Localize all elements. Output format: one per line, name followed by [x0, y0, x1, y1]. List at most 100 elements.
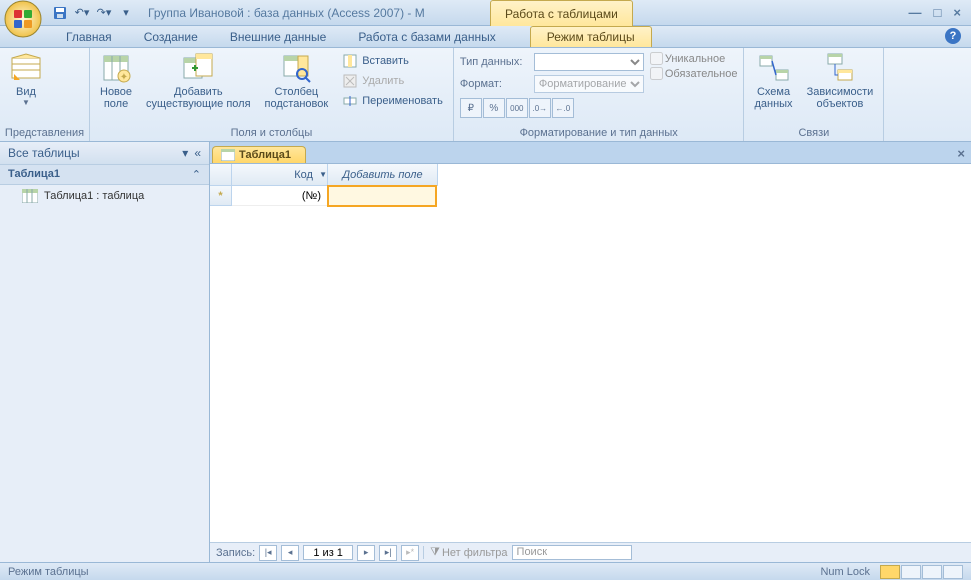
insert-icon [342, 53, 358, 69]
ribbon: Вид ▼ Представления ✦ Новое поле Добавит… [0, 48, 971, 142]
increase-decimals-icon[interactable]: .0→ [529, 98, 551, 118]
group-formatting: Тип данных: Формат:Форматирование ₽ % 00… [454, 48, 745, 141]
quick-access-toolbar: ↶▾ ↷▾ ▾ [50, 3, 136, 23]
tab-external-data[interactable]: Внешние данные [214, 27, 343, 47]
new-field-button[interactable]: ✦ Новое поле [94, 50, 138, 112]
table-icon [221, 149, 235, 161]
dropdown-icon[interactable]: ▼ [319, 170, 327, 179]
nav-title-bar[interactable]: Все таблицы ▾« [0, 142, 209, 165]
ribbon-tabs: Главная Создание Внешние данные Работа с… [0, 26, 971, 48]
column-header-id[interactable]: Код ▼ [232, 164, 328, 186]
format-select[interactable]: Форматирование [534, 75, 644, 93]
document-area: Таблица1 × Код ▼ Добавить поле * (№) Зап… [210, 142, 971, 562]
view-button-label: Вид [16, 86, 36, 98]
unique-checkbox[interactable] [650, 52, 663, 65]
thousands-icon[interactable]: 000 [506, 98, 528, 118]
filter-indicator[interactable]: ⧩Нет фильтра [423, 546, 507, 559]
status-mode: Режим таблицы [8, 566, 89, 578]
datasheet-view-btn[interactable] [880, 565, 900, 579]
datasheet-view-icon [10, 52, 42, 84]
maximize-button[interactable]: □ [934, 5, 942, 20]
cell-add-field[interactable] [327, 185, 437, 207]
pivot-table-view-btn[interactable] [901, 565, 921, 579]
group-fields-label: Поля и столбцы [94, 125, 449, 141]
next-record-button[interactable]: ▸ [357, 545, 375, 561]
tab-create[interactable]: Создание [128, 27, 214, 47]
svg-text:✦: ✦ [120, 72, 128, 83]
new-record-button[interactable]: ▸* [401, 545, 419, 561]
nav-item-label: Таблица1 : таблица [44, 190, 144, 202]
body: Все таблицы ▾« Таблица1 ⌃ Таблица1 : таб… [0, 142, 971, 562]
insert-button[interactable]: Вставить [338, 52, 447, 70]
currency-icon[interactable]: ₽ [460, 98, 482, 118]
window-controls: — □ × [909, 5, 961, 20]
data-type-select[interactable] [534, 53, 644, 71]
datasheet-header: Код ▼ Добавить поле [210, 164, 971, 186]
datasheet: Код ▼ Добавить поле * (№) [210, 164, 971, 542]
navigation-pane: Все таблицы ▾« Таблица1 ⌃ Таблица1 : таб… [0, 142, 210, 562]
nav-dropdown-icon[interactable]: ▾ [182, 146, 188, 160]
row-selector-new[interactable]: * [210, 186, 232, 206]
office-button[interactable] [4, 0, 42, 38]
design-view-btn[interactable] [943, 565, 963, 579]
pivot-chart-view-btn[interactable] [922, 565, 942, 579]
search-box[interactable]: Поиск [512, 545, 632, 560]
new-field-icon: ✦ [100, 52, 132, 84]
data-type-label: Тип данных: [460, 56, 530, 68]
delete-label: Удалить [362, 75, 404, 87]
unique-label: Уникальное [665, 53, 725, 65]
group-relationships-label: Связи [748, 125, 879, 141]
nav-collapse-icon[interactable]: « [194, 146, 201, 160]
nav-group-label: Таблица1 [8, 168, 60, 181]
last-record-button[interactable]: ▸| [379, 545, 397, 561]
group-formatting-label: Форматирование и тип данных [458, 125, 740, 141]
select-all-cell[interactable] [210, 164, 232, 186]
delete-button[interactable]: Удалить [338, 72, 447, 90]
record-position-input[interactable] [303, 545, 353, 560]
percent-icon[interactable]: % [483, 98, 505, 118]
view-button[interactable]: Вид ▼ [4, 50, 48, 109]
datasheet-row-new: * (№) [210, 186, 971, 206]
column-header-id-label: Код [294, 169, 313, 181]
qat-customize-icon[interactable]: ▾ [116, 3, 136, 23]
help-button[interactable]: ? [945, 28, 961, 44]
undo-icon[interactable]: ↶▾ [72, 3, 92, 23]
column-header-add[interactable]: Добавить поле [328, 164, 438, 186]
decrease-decimals-icon[interactable]: ←.0 [552, 98, 574, 118]
dependencies-button[interactable]: Зависимости объектов [801, 50, 880, 112]
group-views-label: Представления [4, 125, 85, 141]
table-icon [22, 189, 38, 203]
rename-button[interactable]: Переименовать [338, 92, 447, 110]
prev-record-button[interactable]: ◂ [281, 545, 299, 561]
title-bar: ↶▾ ↷▾ ▾ Группа Ивановой : база данных (A… [0, 0, 971, 26]
group-fields: ✦ Новое поле Добавить существующие поля … [90, 48, 454, 141]
rename-label: Переименовать [362, 95, 443, 107]
add-existing-icon [182, 52, 214, 84]
doc-close-button[interactable]: × [957, 146, 965, 161]
delete-icon [342, 73, 358, 89]
lookup-column-button[interactable]: Столбец подстановок [259, 50, 335, 112]
redo-icon[interactable]: ↷▾ [94, 3, 114, 23]
tab-home[interactable]: Главная [50, 27, 128, 47]
close-button[interactable]: × [953, 5, 961, 20]
doc-tab-label: Таблица1 [239, 149, 291, 161]
nav-group-collapse-icon[interactable]: ⌃ [192, 168, 201, 181]
record-navigator: Запись: |◂ ◂ ▸ ▸| ▸* ⧩Нет фильтра Поиск [210, 542, 971, 562]
doc-tab-table1[interactable]: Таблица1 [212, 146, 306, 163]
dependencies-label: Зависимости объектов [807, 86, 874, 110]
group-views: Вид ▼ Представления [0, 48, 90, 141]
minimize-button[interactable]: — [909, 5, 922, 20]
relationships-button[interactable]: Схема данных [748, 50, 798, 112]
cell-id[interactable]: (№) [232, 186, 328, 206]
add-existing-button[interactable]: Добавить существующие поля [140, 50, 257, 112]
filter-icon: ⧩ [430, 546, 440, 559]
first-record-button[interactable]: |◂ [259, 545, 277, 561]
nav-group-header[interactable]: Таблица1 ⌃ [0, 165, 209, 185]
tab-datasheet[interactable]: Режим таблицы [530, 26, 652, 47]
tab-database-tools[interactable]: Работа с базами данных [342, 27, 511, 47]
nav-item-table1[interactable]: Таблица1 : таблица [0, 185, 209, 207]
column-header-add-label: Добавить поле [342, 169, 422, 181]
required-checkbox[interactable] [650, 67, 663, 80]
context-tab-title: Работа с таблицами [490, 0, 633, 26]
save-icon[interactable] [50, 3, 70, 23]
